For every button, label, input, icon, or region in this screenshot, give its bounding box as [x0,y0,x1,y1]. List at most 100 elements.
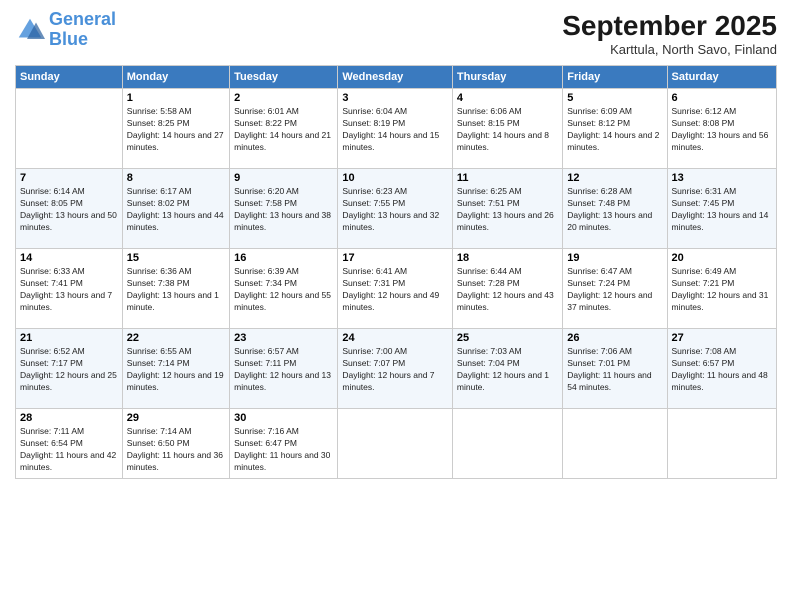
col-header-friday: Friday [563,66,667,89]
day-info: Sunrise: 6:01 AMSunset: 8:22 PMDaylight:… [234,106,333,154]
day-number: 1 [127,92,225,104]
day-info: Sunrise: 6:36 AMSunset: 7:38 PMDaylight:… [127,266,225,314]
title-block: September 2025 Karttula, North Savo, Fin… [562,10,777,57]
day-info: Sunrise: 6:17 AMSunset: 8:02 PMDaylight:… [127,186,225,234]
day-number: 9 [234,172,333,184]
day-number: 8 [127,172,225,184]
day-info: Sunrise: 7:06 AMSunset: 7:01 PMDaylight:… [567,346,662,394]
day-info: Sunrise: 7:14 AMSunset: 6:50 PMDaylight:… [127,426,225,474]
day-cell: 23 Sunrise: 6:57 AMSunset: 7:11 PMDayligh… [230,329,338,409]
col-header-wednesday: Wednesday [338,66,453,89]
day-info: Sunrise: 6:39 AMSunset: 7:34 PMDaylight:… [234,266,333,314]
col-header-thursday: Thursday [452,66,562,89]
logo: General Blue [15,10,116,50]
day-number: 28 [20,412,118,424]
day-number: 2 [234,92,333,104]
day-cell: 26 Sunrise: 7:06 AMSunset: 7:01 PMDayligh… [563,329,667,409]
week-row-1: 1 Sunrise: 5:58 AMSunset: 8:25 PMDaylight… [16,89,777,169]
location-subtitle: Karttula, North Savo, Finland [562,42,777,57]
calendar-table: SundayMondayTuesdayWednesdayThursdayFrid… [15,65,777,479]
week-row-5: 28 Sunrise: 7:11 AMSunset: 6:54 PMDayligh… [16,409,777,479]
day-cell: 24 Sunrise: 7:00 AMSunset: 7:07 PMDayligh… [338,329,453,409]
day-number: 21 [20,332,118,344]
day-cell [667,409,776,479]
day-cell: 14 Sunrise: 6:33 AMSunset: 7:41 PMDayligh… [16,249,123,329]
day-info: Sunrise: 6:20 AMSunset: 7:58 PMDaylight:… [234,186,333,234]
day-number: 22 [127,332,225,344]
day-cell: 6 Sunrise: 6:12 AMSunset: 8:08 PMDaylight… [667,89,776,169]
day-cell: 18Sunrise: 6:44 AMSunset: 7:28 PMDayligh… [452,249,562,329]
day-number: 19 [567,252,662,264]
day-number: 17 [342,252,448,264]
day-info: Sunrise: 6:12 AMSunset: 8:08 PMDaylight:… [672,106,772,154]
day-number: 5 [567,92,662,104]
week-row-3: 14 Sunrise: 6:33 AMSunset: 7:41 PMDayligh… [16,249,777,329]
day-info: Sunrise: 6:23 AMSunset: 7:55 PMDaylight:… [342,186,448,234]
day-cell: 5 Sunrise: 6:09 AMSunset: 8:12 PMDaylight… [563,89,667,169]
day-number: 13 [672,172,772,184]
day-number: 30 [234,412,333,424]
day-info: Sunrise: 7:00 AMSunset: 7:07 PMDaylight:… [342,346,448,394]
day-info: Sunrise: 6:06 AMSunset: 8:15 PMDaylight:… [457,106,558,154]
day-info: Sunrise: 6:33 AMSunset: 7:41 PMDaylight:… [20,266,118,314]
day-cell: 22 Sunrise: 6:55 AMSunset: 7:14 PMDayligh… [122,329,229,409]
day-cell: 20Sunrise: 6:49 AMSunset: 7:21 PMDayligh… [667,249,776,329]
day-cell: 12Sunrise: 6:28 AMSunset: 7:48 PMDayligh… [563,169,667,249]
week-row-4: 21 Sunrise: 6:52 AMSunset: 7:17 PMDayligh… [16,329,777,409]
day-info: Sunrise: 6:09 AMSunset: 8:12 PMDaylight:… [567,106,662,154]
day-cell: 10 Sunrise: 6:23 AMSunset: 7:55 PMDayligh… [338,169,453,249]
day-cell: 13Sunrise: 6:31 AMSunset: 7:45 PMDayligh… [667,169,776,249]
day-number: 27 [672,332,772,344]
col-header-saturday: Saturday [667,66,776,89]
day-cell: 27 Sunrise: 7:08 AMSunset: 6:57 PMDayligh… [667,329,776,409]
day-info: Sunrise: 6:57 AMSunset: 7:11 PMDaylight:… [234,346,333,394]
day-number: 24 [342,332,448,344]
day-info: Sunrise: 6:52 AMSunset: 7:17 PMDaylight:… [20,346,118,394]
day-number: 10 [342,172,448,184]
day-info: Sunrise: 5:58 AMSunset: 8:25 PMDaylight:… [127,106,225,154]
day-cell: 17 Sunrise: 6:41 AMSunset: 7:31 PMDayligh… [338,249,453,329]
day-info: Sunrise: 7:08 AMSunset: 6:57 PMDaylight:… [672,346,772,394]
day-info: Sunrise: 7:16 AMSunset: 6:47 PMDaylight:… [234,426,333,474]
day-info: Sunrise: 6:55 AMSunset: 7:14 PMDaylight:… [127,346,225,394]
day-cell: 4 Sunrise: 6:06 AMSunset: 8:15 PMDaylight… [452,89,562,169]
day-number: 18 [457,252,558,264]
day-cell [563,409,667,479]
day-cell: 19 Sunrise: 6:47 AMSunset: 7:24 PMDayligh… [563,249,667,329]
day-number: 6 [672,92,772,104]
day-cell: 8 Sunrise: 6:17 AMSunset: 8:02 PMDaylight… [122,169,229,249]
day-cell: 15 Sunrise: 6:36 AMSunset: 7:38 PMDayligh… [122,249,229,329]
day-number: 14 [20,252,118,264]
header: General Blue September 2025 Karttula, No… [15,10,777,57]
col-header-sunday: Sunday [16,66,123,89]
day-cell: 3 Sunrise: 6:04 AMSunset: 8:19 PMDaylight… [338,89,453,169]
day-number: 7 [20,172,118,184]
day-cell: 9 Sunrise: 6:20 AMSunset: 7:58 PMDaylight… [230,169,338,249]
calendar-container: General Blue September 2025 Karttula, No… [0,0,792,612]
day-number: 11 [457,172,558,184]
day-info: Sunrise: 6:04 AMSunset: 8:19 PMDaylight:… [342,106,448,154]
day-info: Sunrise: 6:41 AMSunset: 7:31 PMDaylight:… [342,266,448,314]
week-row-2: 7 Sunrise: 6:14 AMSunset: 8:05 PMDaylight… [16,169,777,249]
month-title: September 2025 [562,10,777,42]
day-info: Sunrise: 6:49 AMSunset: 7:21 PMDaylight:… [672,266,772,314]
day-number: 3 [342,92,448,104]
day-info: Sunrise: 6:14 AMSunset: 8:05 PMDaylight:… [20,186,118,234]
day-cell [16,89,123,169]
day-number: 25 [457,332,558,344]
day-number: 26 [567,332,662,344]
day-cell: 21 Sunrise: 6:52 AMSunset: 7:17 PMDayligh… [16,329,123,409]
day-number: 29 [127,412,225,424]
day-cell: 16 Sunrise: 6:39 AMSunset: 7:34 PMDayligh… [230,249,338,329]
day-cell: 7 Sunrise: 6:14 AMSunset: 8:05 PMDaylight… [16,169,123,249]
day-number: 16 [234,252,333,264]
day-info: Sunrise: 6:47 AMSunset: 7:24 PMDaylight:… [567,266,662,314]
day-info: Sunrise: 7:03 AMSunset: 7:04 PMDaylight:… [457,346,558,394]
day-cell: 25 Sunrise: 7:03 AMSunset: 7:04 PMDayligh… [452,329,562,409]
day-cell: 29 Sunrise: 7:14 AMSunset: 6:50 PMDayligh… [122,409,229,479]
logo-text: General Blue [49,10,116,50]
day-number: 4 [457,92,558,104]
day-info: Sunrise: 7:11 AMSunset: 6:54 PMDaylight:… [20,426,118,474]
day-number: 15 [127,252,225,264]
day-number: 23 [234,332,333,344]
